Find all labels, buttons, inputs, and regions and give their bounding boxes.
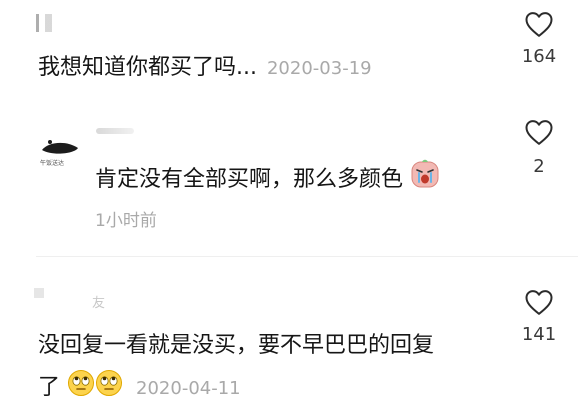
comment-3: 友 没回复一看就是没买，要不早巴巴的回复 了 2020-04-11 141 — [0, 262, 578, 403]
comment-body: 我想知道你都买了吗... — [38, 55, 257, 80]
comment-body-end: 了 — [38, 375, 61, 400]
comment-date: 2020-03-19 — [266, 58, 372, 79]
comment-username[interactable]: 友 — [92, 292, 105, 311]
eye-roll-emoji — [95, 369, 123, 406]
comment-date: 2020-04-11 — [136, 378, 241, 399]
heart-outline-icon[interactable] — [524, 118, 554, 146]
like-button[interactable]: 141 — [509, 288, 569, 348]
heart-outline-icon[interactable] — [524, 10, 554, 38]
like-count: 164 — [521, 46, 557, 67]
like-count: 2 — [533, 156, 545, 177]
heart-outline-icon[interactable] — [524, 288, 554, 316]
comment-text-line-1: 没回复一看就是没买，要不早巴巴的回复 — [38, 333, 435, 358]
avatar[interactable]: 午饭送达 — [36, 120, 84, 168]
comment-1: I 我想知道你都买了吗...2020-03-19 164 — [0, 0, 578, 100]
divider — [36, 256, 578, 257]
crying-face-emoji — [410, 159, 440, 198]
comment-text: 肯定没有全部买啊，那么多颜色 — [95, 159, 440, 198]
eye-roll-emoji — [67, 369, 95, 406]
comment-body: 肯定没有全部买啊，那么多颜色 — [95, 167, 404, 192]
avatar-label: 午饭送达 — [40, 160, 65, 167]
username-blurred[interactable] — [96, 128, 134, 134]
comment-text-line-2: 了 2020-04-11 — [38, 369, 241, 406]
avatar-blurred-icon[interactable] — [34, 288, 44, 298]
comment-time: 1小时前 — [95, 211, 157, 231]
like-count: 141 — [521, 324, 557, 345]
like-button[interactable]: 164 — [509, 10, 569, 72]
comment-2: 午饭送达 肯定没有全部买啊，那么多颜色 1小时前 2 — [0, 108, 578, 258]
comment-text: 我想知道你都买了吗... 2020-03-19 — [38, 53, 372, 84]
like-button[interactable]: 2 — [509, 114, 569, 180]
